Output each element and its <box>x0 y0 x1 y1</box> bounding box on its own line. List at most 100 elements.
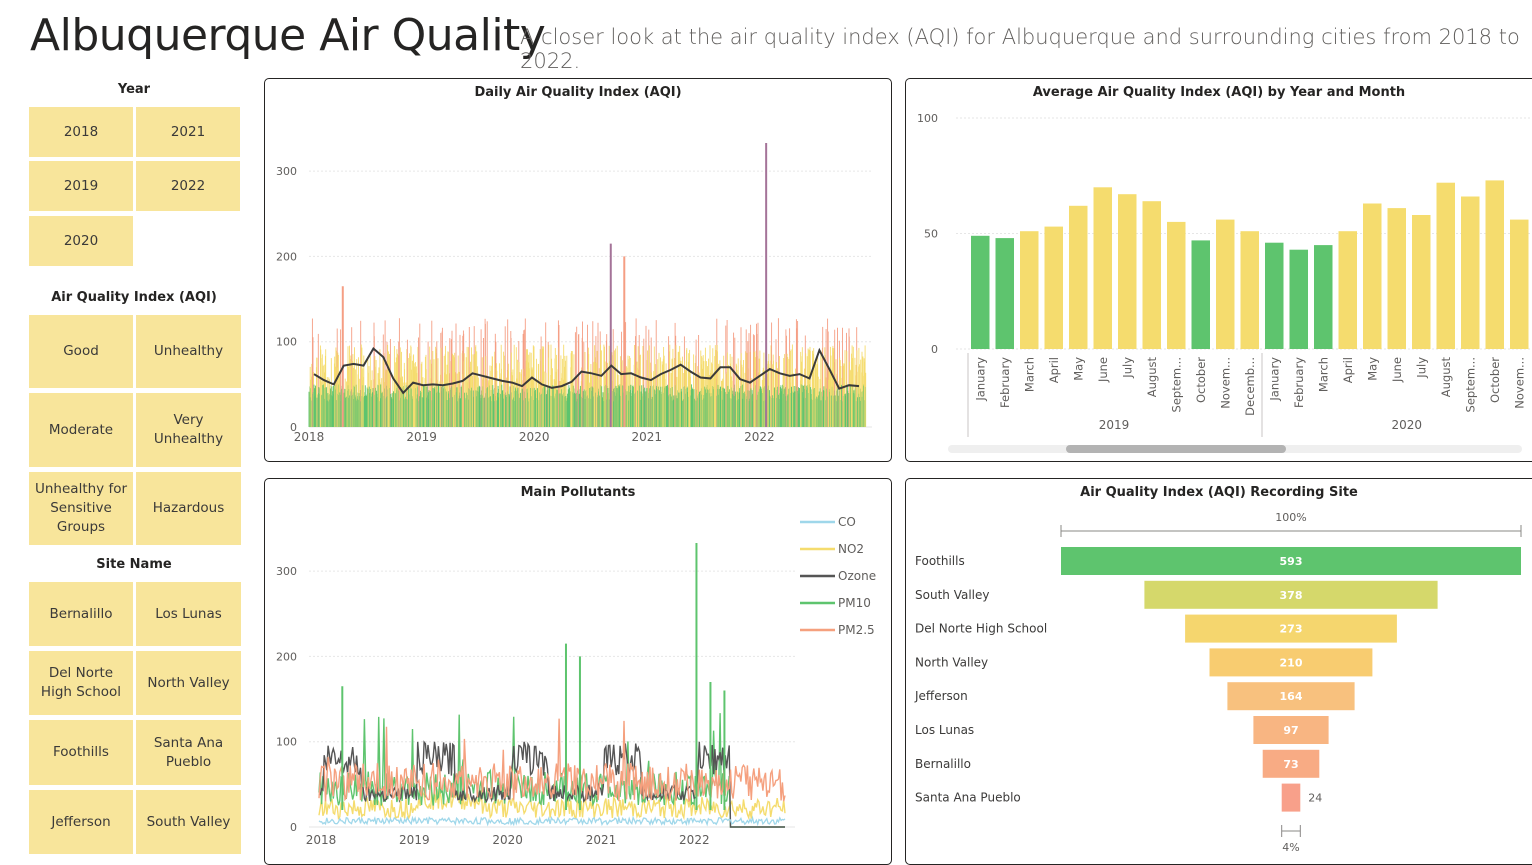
funnel-value-label: 73 <box>1283 758 1298 771</box>
funnel-value-label: 378 <box>1280 589 1303 602</box>
monthly-bar <box>1289 249 1308 349</box>
pollutants-xtick-label: 2021 <box>586 833 617 847</box>
monthly-bar <box>1069 205 1088 349</box>
monthly-xtick-label: August <box>1439 357 1453 398</box>
daily-xtick-label: 2022 <box>744 430 775 444</box>
year-slicer-title: Year <box>117 82 151 97</box>
legend-label-ozone: Ozone <box>838 569 876 583</box>
monthly-xtick-label: June <box>1096 357 1110 383</box>
aqi-slicer-title: Air Quality Index (AQI) <box>51 290 217 305</box>
daily-xtick-label: 2018 <box>294 430 325 444</box>
pollutants-ytick-label: 100 <box>276 736 297 749</box>
funnel-value-label: 24 <box>1308 792 1322 805</box>
year-tile-2018[interactable]: 2018 <box>29 107 133 157</box>
monthly-bar <box>1044 226 1063 349</box>
monthly-xtick-label: May <box>1365 357 1379 381</box>
monthly-bar <box>1436 182 1455 349</box>
site-tile-jefferson[interactable]: Jefferson <box>29 790 133 854</box>
daily-ytick-label: 300 <box>276 165 297 178</box>
funnel-category-label: Del Norte High School <box>915 622 1047 636</box>
monthly-xtick-label: June <box>1390 357 1404 383</box>
daily-aqi-panel[interactable]: Daily Air Quality Index (AQI) 0 100 200 300… <box>264 78 892 462</box>
site-tile-bernalillo[interactable]: Bernalillo <box>29 582 133 646</box>
daily-ytick-label: 200 <box>276 250 297 263</box>
monthly-xtick-label: February <box>1292 357 1306 408</box>
monthly-bar <box>1485 180 1504 349</box>
funnel-category-label: Foothills <box>915 554 965 568</box>
aqi-tile-very-unhealthy[interactable]: Very Unhealthy <box>136 393 241 467</box>
monthly-bar <box>1314 245 1333 349</box>
monthly-bar <box>1142 201 1161 349</box>
monthly-bar <box>1387 208 1406 349</box>
aqi-tile-moderate[interactable]: Moderate <box>29 393 133 467</box>
monthly-xtick-label: October <box>1194 357 1208 403</box>
monthly-bar <box>971 235 990 349</box>
aqi-tile-unhealthy[interactable]: Unhealthy <box>136 315 241 388</box>
site-funnel-panel[interactable]: Air Quality Index (AQI) Recording Site 1… <box>905 478 1532 865</box>
monthly-group-label: 2020 <box>1391 418 1422 432</box>
monthly-xtick-label: April <box>1047 357 1061 383</box>
monthly-ytick-label: 50 <box>924 228 938 241</box>
monthly-xtick-label: July <box>1120 357 1134 379</box>
site-tile-del-norte[interactable]: Del Norte High School <box>29 651 133 715</box>
site-tile-santa-ana[interactable]: Santa Ana Pueblo <box>136 720 241 785</box>
site-funnel-chart[interactable]: 100% Foothills 593 South Valley 378 Del Norte… <box>906 479 1532 864</box>
funnel-value-label: 273 <box>1280 623 1303 636</box>
daily-aqi-chart[interactable]: 01002003002018 2019 2020 2021 2022 <box>265 79 891 461</box>
monthly-ytick-label: 100 <box>917 112 938 125</box>
year-tile-2022[interactable]: 2022 <box>136 161 240 211</box>
pollutants-ytick-label: 200 <box>276 650 297 663</box>
aqi-tile-good[interactable]: Good <box>29 315 133 388</box>
page-title: Albuquerque Air Quality <box>30 10 546 61</box>
daily-ytick-label: 100 <box>276 336 297 349</box>
pollutants-ytick-label: 0 <box>290 821 297 834</box>
monthly-xtick-label: Decemb... <box>1243 357 1257 416</box>
funnel-category-label: Jefferson <box>914 689 968 703</box>
funnel-value-label: 210 <box>1280 656 1303 669</box>
monthly-ytick-label: 0 <box>931 343 938 356</box>
site-tile-los-lunas[interactable]: Los Lunas <box>136 582 241 646</box>
monthly-group-label: 2019 <box>1099 418 1130 432</box>
aqi-tile-sensitive-groups[interactable]: Unhealthy for Sensitive Groups <box>29 472 133 545</box>
year-tile-2020[interactable]: 2020 <box>29 216 133 266</box>
legend-label-no2: NO2 <box>838 542 864 556</box>
site-tile-south-valley[interactable]: South Valley <box>136 790 241 854</box>
pollutants-panel[interactable]: Main Pollutants 0 100 200 300 2018 2019 2020 20… <box>264 478 892 865</box>
funnel-category-label: North Valley <box>915 655 988 669</box>
legend-label-pm10: PM10 <box>838 596 871 610</box>
pollutants-ytick-label: 300 <box>276 565 297 578</box>
monthly-aqi-chart[interactable]: 0 50 100 January February March April May June Ju… <box>906 79 1532 461</box>
funnel-value-label: 593 <box>1280 555 1303 568</box>
year-tile-2021[interactable]: 2021 <box>136 107 240 157</box>
funnel-bottom-label: 4% <box>1282 841 1299 854</box>
site-tile-foothills[interactable]: Foothills <box>29 720 133 785</box>
monthly-xtick-label: January <box>1267 357 1281 402</box>
funnel-value-label: 164 <box>1280 690 1303 703</box>
monthly-bar <box>1167 221 1186 349</box>
monthly-scrollbar-thumb[interactable] <box>1066 445 1286 453</box>
monthly-bar <box>1240 231 1259 349</box>
monthly-bar <box>995 238 1014 349</box>
pollutants-chart[interactable]: 0 100 200 300 2018 2019 2020 2021 2022 CO NO2 Ozone… <box>265 479 891 864</box>
monthly-bar <box>1363 203 1382 349</box>
monthly-xtick-label: July <box>1414 357 1428 379</box>
pollutants-xtick-label: 2022 <box>679 833 710 847</box>
monthly-aqi-panel[interactable]: Average Air Quality Index (AQI) by Year … <box>905 78 1532 462</box>
monthly-bar <box>1265 242 1284 349</box>
funnel-category-label: South Valley <box>915 588 989 602</box>
monthly-xtick-label: August <box>1145 357 1159 398</box>
site-slicer-title: Site Name <box>96 557 172 572</box>
monthly-bar <box>1093 187 1112 349</box>
legend-label-pm25: PM2.5 <box>838 623 875 637</box>
pollutants-xtick-label: 2019 <box>399 833 430 847</box>
funnel-top-label: 100% <box>1275 511 1306 524</box>
funnel-category-label: Bernalillo <box>915 757 971 771</box>
pollutants-xtick-label: 2020 <box>492 833 523 847</box>
aqi-tile-hazardous[interactable]: Hazardous <box>136 472 241 545</box>
daily-xtick-label: 2021 <box>632 430 663 444</box>
monthly-xtick-label: February <box>998 357 1012 408</box>
monthly-xtick-label: March <box>1022 357 1036 392</box>
funnel-category-label: Los Lunas <box>915 723 974 737</box>
site-tile-north-valley[interactable]: North Valley <box>136 651 241 715</box>
year-tile-2019[interactable]: 2019 <box>29 161 133 211</box>
